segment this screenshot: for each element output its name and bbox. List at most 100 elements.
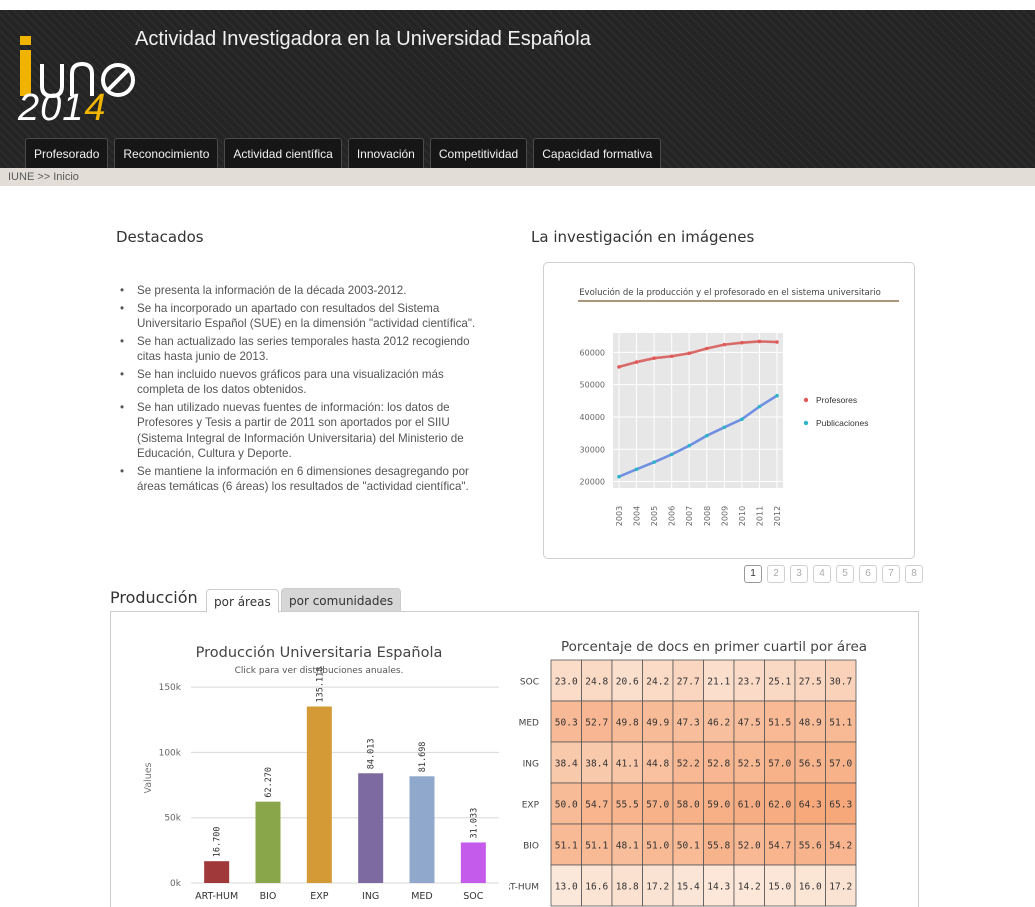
pager-page-8[interactable]: 8 <box>905 565 923 583</box>
breadcrumb-bar: IUNE >> Inicio <box>0 168 1035 186</box>
heatmap-cell-value: 23.0 <box>555 677 578 688</box>
heatmap-cell-value: 14.3 <box>707 882 730 893</box>
line-point-publicaciones <box>669 452 674 457</box>
bar-data-label: 84.013 <box>367 739 377 770</box>
line-point-publicaciones <box>634 467 639 472</box>
pager-page-5[interactable]: 5 <box>836 565 854 583</box>
heatmap-cell-value: 47.3 <box>677 718 700 729</box>
pager-page-6[interactable]: 6 <box>859 565 877 583</box>
line-point-publicaciones <box>775 393 779 398</box>
quartile-heatmap: Porcentaje de docs en primer cuartil por… <box>509 639 867 907</box>
pager-page-2[interactable]: 2 <box>767 565 785 583</box>
nav-tab-innovacion[interactable]: Innovación <box>347 138 424 168</box>
heatmap-cell-value: 24.8 <box>585 677 608 688</box>
heatmap-cell-value: 20.6 <box>616 677 639 688</box>
breadcrumb[interactable]: IUNE >> Inicio <box>8 171 79 183</box>
nav-tab-actividad-cientifica[interactable]: Actividad científica <box>224 138 342 168</box>
production-bar-chart[interactable]: Producción Universitaria EspañolaClick p… <box>111 612 506 907</box>
line-point-profesores <box>669 354 674 359</box>
bar-chart-y-tick: 50k <box>164 814 181 824</box>
heatmap-cell-value: 15.0 <box>768 882 791 893</box>
heatmap-cell-value: 44.8 <box>646 759 669 770</box>
production-title: Producción <box>110 588 198 607</box>
heatmap-cell-value: 51.1 <box>829 718 852 729</box>
heatmap-cell-value: 18.8 <box>616 882 639 893</box>
heatmap-cell-value: 51.0 <box>646 841 669 852</box>
heatmap-cell-value: 54.7 <box>768 841 791 852</box>
heatmap-cell-value: 64.3 <box>799 800 822 811</box>
pager-page-7[interactable]: 7 <box>882 565 900 583</box>
heatmap-cell-value: 54.7 <box>585 800 608 811</box>
line-point-publicaciones <box>652 460 656 464</box>
line-chart-y-tick: 30000 <box>580 445 605 454</box>
list-item: Se mantiene la información en 6 dimensio… <box>118 464 488 495</box>
heatmap-cell-value: 55.8 <box>707 841 730 852</box>
heatmap-cell-value: 57.0 <box>829 759 852 770</box>
evolution-line-chart: Evolución de la producción y el profesor… <box>578 287 899 526</box>
legend-label-publicaciones: Publicaciones <box>816 418 868 428</box>
line-point-publicaciones <box>617 474 621 479</box>
tab-por-comunidades[interactable]: por comunidades <box>281 588 402 612</box>
nav-tab-capacidad-formativa[interactable]: Capacidad formativa <box>533 138 662 168</box>
bar-data-label: 62.270 <box>264 767 274 798</box>
pager-page-4[interactable]: 4 <box>813 565 831 583</box>
heatmap-cell-value: 17.2 <box>829 882 852 893</box>
nav-tab-competitividad[interactable]: Competitividad <box>429 138 528 168</box>
heatmap-cell-value: 38.4 <box>585 759 608 770</box>
year-label: 2014 <box>18 87 107 130</box>
heatmap-cell-value: 27.5 <box>799 677 822 688</box>
heatmap-cell-value: 58.0 <box>677 800 700 811</box>
line-point-publicaciones <box>740 417 744 422</box>
heatmap-cell-value: 13.0 <box>555 882 578 893</box>
site-header: 2014 Actividad Investigadora en la Unive… <box>0 10 1035 168</box>
tab-por-areas[interactable]: por áreas <box>206 589 279 613</box>
heatmap-row-label: BIO <box>523 842 539 852</box>
bar-chart-x-tick: EXP <box>310 891 329 902</box>
heatmap-cell-value: 57.0 <box>646 800 669 811</box>
nav-tab-profesorado[interactable]: Profesorado <box>25 138 109 168</box>
heatmap-row-label: SOC <box>520 678 539 688</box>
line-point-publicaciones <box>722 425 727 430</box>
nav-tab-reconocimiento[interactable]: Reconocimiento <box>114 138 219 168</box>
line-chart-x-tick: 2012 <box>773 506 782 526</box>
heatmap-cell-value: 49.9 <box>646 718 669 729</box>
bar-med <box>409 776 435 883</box>
heatmap-cell-value: 52.0 <box>738 841 761 852</box>
bar-chart-x-tick: MED <box>411 891 433 902</box>
line-point-profesores <box>634 360 639 364</box>
heatmap-cell-value: 55.6 <box>799 841 822 852</box>
bar-chart-y-tick: 0k <box>170 879 182 889</box>
main-nav: Profesorado Reconocimiento Actividad cie… <box>25 138 662 168</box>
pager-page-1[interactable]: 1 <box>744 565 762 583</box>
heatmap-cell-value: 30.7 <box>829 677 852 688</box>
line-chart-x-tick: 2005 <box>650 506 659 526</box>
bar-chart-y-label: Values <box>143 762 154 793</box>
carousel-pager: 12345678 <box>744 565 923 583</box>
line-chart-y-tick: 20000 <box>580 478 605 487</box>
heatmap-cell-value: 51.1 <box>585 841 608 852</box>
bar-art-hum <box>204 861 230 883</box>
line-chart-x-tick: 2010 <box>738 506 747 526</box>
bar-chart-x-tick: SOC <box>463 891 484 902</box>
heatmap-cell-value: 17.2 <box>646 882 669 893</box>
heatmap-cell-value: 50.3 <box>555 718 578 729</box>
heatmap-cell-value: 16.0 <box>799 882 822 893</box>
line-chart-x-tick: 2011 <box>755 506 764 526</box>
heatmap-cell-value: 52.7 <box>585 718 608 729</box>
bar-chart-x-tick: BIO <box>260 891 277 902</box>
line-chart-x-tick: 2004 <box>633 506 642 526</box>
line-point-profesores <box>757 339 762 344</box>
list-item: Se han utilizado nuevas fuentes de infor… <box>118 400 488 462</box>
image-carousel[interactable]: Evolución de la producción y el profesor… <box>543 262 915 559</box>
legend-label-profesores: Profesores <box>816 395 857 405</box>
heatmap-cell-value: 52.8 <box>707 759 730 770</box>
pager-page-3[interactable]: 3 <box>790 565 808 583</box>
line-point-profesores <box>687 351 692 356</box>
heatmap-title: Porcentaje de docs en primer cuartil por… <box>561 639 867 655</box>
line-point-profesores <box>722 342 727 347</box>
heatmap-cell-value: 51.1 <box>555 841 578 852</box>
bar-chart-y-tick: 150k <box>159 683 182 693</box>
line-chart-x-tick: 2008 <box>703 506 712 526</box>
heatmap-cell-value: 14.2 <box>738 882 761 893</box>
bar-data-label: 31.033 <box>469 808 479 839</box>
